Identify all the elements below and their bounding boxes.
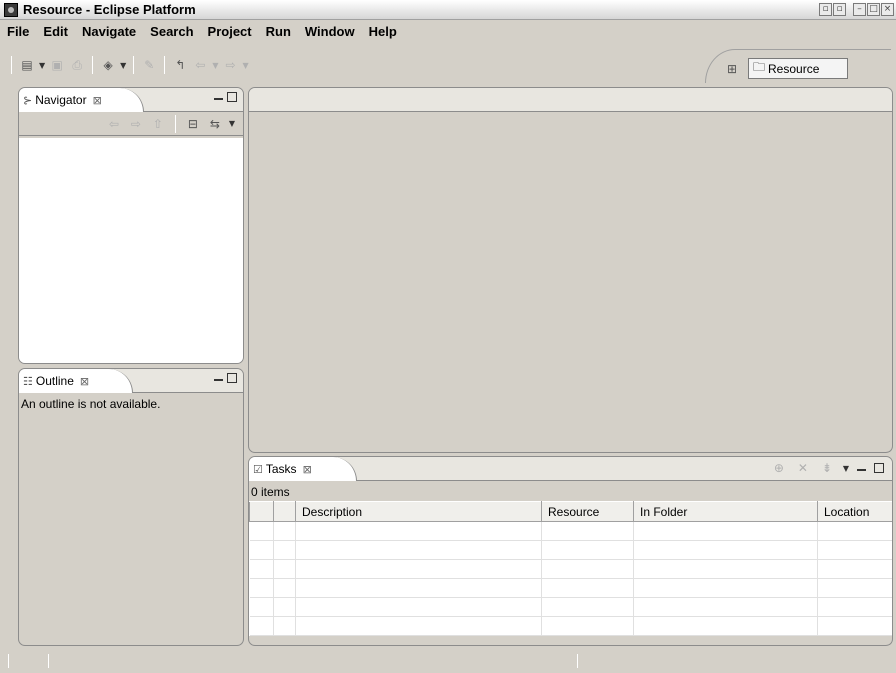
column-header-location[interactable]: Location: [817, 501, 892, 522]
back-arrow-icon[interactable]: ⇦: [192, 57, 208, 73]
menu-file[interactable]: File: [0, 24, 36, 39]
maximize-window-button[interactable]: □: [867, 3, 880, 16]
menu-bar: File Edit Navigate Search Project Run Wi…: [0, 21, 896, 41]
close-icon[interactable]: ⊠: [303, 463, 312, 476]
delete-icon[interactable]: ✕: [795, 460, 811, 476]
table-row: [249, 597, 892, 617]
editor-tabrow: [249, 88, 892, 112]
view-menu-icon[interactable]: ▼: [229, 119, 235, 128]
back-arrow-icon[interactable]: ⇦: [106, 116, 122, 132]
filter-icon[interactable]: ⇟: [819, 460, 835, 476]
navigator-tabrow: ⊱ Navigator ⊠: [19, 88, 243, 112]
close-window-button[interactable]: ×: [881, 3, 894, 16]
new-dropdown-icon[interactable]: ▼: [39, 61, 45, 70]
view-menu-icon[interactable]: ▼: [843, 464, 849, 473]
minimize-icon[interactable]: [214, 379, 223, 381]
up-folder-icon[interactable]: ⇧: [150, 116, 166, 132]
menu-search[interactable]: Search: [143, 24, 200, 39]
status-bar: [0, 648, 896, 673]
restore-small-icon[interactable]: ▫: [833, 3, 846, 16]
tasks-header-row: Description Resource In Folder Location: [249, 501, 892, 522]
menu-edit[interactable]: Edit: [36, 24, 75, 39]
perspective-switcher: ⊞ 🗀 Resource: [724, 58, 848, 79]
edit-pen-icon[interactable]: ✎: [141, 57, 157, 73]
minimize-icon[interactable]: [214, 98, 223, 100]
save-icon[interactable]: ▣: [49, 57, 65, 73]
maximize-icon[interactable]: [874, 463, 884, 473]
eclipse-app-icon: [4, 2, 18, 17]
tasks-tabrow: ☑ Tasks ⊠ ⊕ ✕ ⇟ ▼: [249, 457, 892, 481]
add-task-icon[interactable]: ⊕: [771, 460, 787, 476]
outline-tabrow: ☷ Outline ⊠: [19, 369, 243, 393]
forward-arrow-icon[interactable]: ⇨: [222, 57, 238, 73]
back-dropdown-icon[interactable]: ▼: [212, 61, 218, 70]
search-icon[interactable]: ◈: [100, 57, 116, 73]
editor-area: [248, 87, 893, 453]
table-row: [249, 540, 892, 560]
outline-view: ☷ Outline ⊠ An outline is not available.: [18, 368, 244, 646]
shade-icon[interactable]: ▫: [819, 3, 832, 16]
outline-message: An outline is not available.: [19, 393, 243, 415]
new-wizard-icon[interactable]: ▤: [19, 57, 35, 73]
search-dropdown-icon[interactable]: ▼: [120, 61, 126, 70]
tasks-table: Description Resource In Folder Location: [249, 501, 892, 636]
toolbar-separator: [133, 56, 135, 74]
toolbar-separator: [164, 56, 166, 74]
toolbar-separator: [174, 114, 176, 133]
close-icon[interactable]: ⊠: [80, 375, 89, 388]
navigator-view: ⊱ Navigator ⊠ ⇦ ⇨ ⇧ ⊟ ⇆ ▼: [18, 87, 244, 364]
resource-perspective-button[interactable]: 🗀 Resource: [748, 58, 848, 79]
menu-project[interactable]: Project: [201, 24, 259, 39]
column-header-completed[interactable]: [249, 501, 274, 522]
last-edit-location-icon[interactable]: ↰: [172, 57, 188, 73]
table-row: [249, 559, 892, 579]
link-with-editor-icon[interactable]: ⇆: [207, 116, 223, 132]
navigator-toolbar: ⇦ ⇨ ⇧ ⊟ ⇆ ▼: [19, 112, 243, 136]
tasks-icon: ☑: [253, 463, 263, 476]
outline-icon: ☷: [23, 375, 33, 388]
close-icon[interactable]: ⊠: [93, 94, 102, 107]
maximize-icon[interactable]: [227, 373, 237, 383]
items-count: 0 items: [251, 485, 290, 499]
navigator-tree[interactable]: [19, 138, 243, 363]
column-header-priority[interactable]: [273, 501, 296, 522]
table-row: [249, 521, 892, 541]
menu-help[interactable]: Help: [362, 24, 404, 39]
toolbar-separator: [11, 56, 12, 74]
menu-window[interactable]: Window: [298, 24, 362, 39]
folder-perspective-icon: 🗀: [753, 60, 766, 74]
window-controls: ▫ ▫ – □ ×: [813, 3, 894, 16]
menu-navigate[interactable]: Navigate: [75, 24, 143, 39]
maximize-icon[interactable]: [227, 92, 237, 102]
forward-arrow-icon[interactable]: ⇨: [128, 116, 144, 132]
status-separator: [8, 654, 9, 668]
perspective-label: Resource: [768, 61, 820, 76]
forward-dropdown-icon[interactable]: ▼: [242, 61, 248, 70]
outline-tab-label: Outline: [35, 374, 74, 388]
menu-run[interactable]: Run: [259, 24, 298, 39]
column-header-in-folder[interactable]: In Folder: [633, 501, 818, 522]
collapse-all-icon[interactable]: ⊟: [185, 116, 201, 132]
column-header-description[interactable]: Description: [295, 501, 542, 522]
toolbar-separator: [92, 56, 94, 74]
status-separator: [48, 654, 49, 668]
tasks-tab-label: Tasks: [265, 462, 297, 476]
minimize-window-button[interactable]: –: [853, 3, 866, 16]
navigator-tab-label: Navigator: [35, 93, 87, 107]
table-row: [249, 616, 892, 636]
window-title: Resource - Eclipse Platform: [23, 2, 196, 17]
table-row: [249, 578, 892, 598]
print-icon[interactable]: ⎙: [69, 57, 85, 73]
tab-outline[interactable]: ☷ Outline ⊠: [19, 369, 103, 393]
tasks-view: ☑ Tasks ⊠ ⊕ ✕ ⇟ ▼ 0 items Description Re…: [248, 456, 893, 646]
tab-navigator[interactable]: ⊱ Navigator ⊠: [19, 88, 115, 112]
title-bar: Resource - Eclipse Platform ▫ ▫ – □ ×: [0, 0, 896, 20]
navigator-icon: ⊱: [23, 94, 33, 107]
column-header-resource[interactable]: Resource: [541, 501, 634, 522]
open-perspective-icon[interactable]: ⊞: [724, 61, 740, 77]
status-separator: [577, 654, 578, 668]
minimize-icon[interactable]: [857, 469, 866, 471]
